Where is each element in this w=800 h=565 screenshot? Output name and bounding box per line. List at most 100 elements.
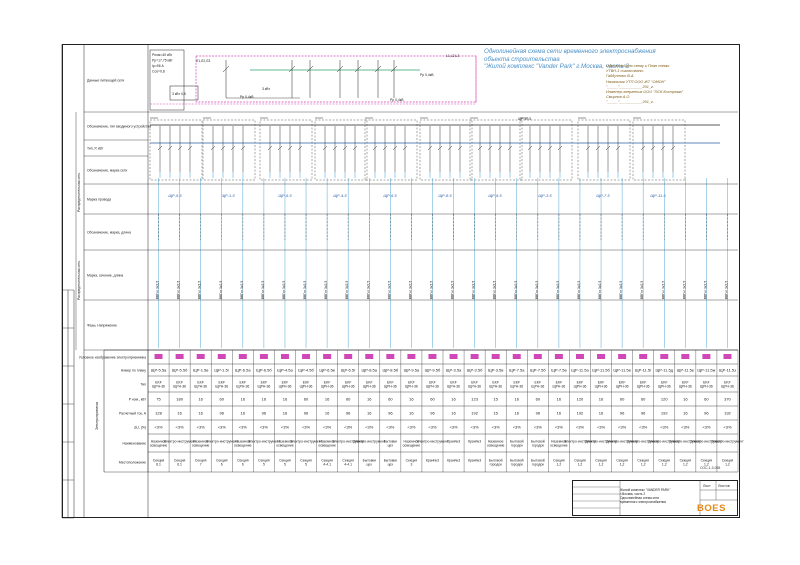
- distribution-panel-frame: [632, 119, 686, 181]
- consumer-symbol: [344, 354, 353, 359]
- cable-mark: ВВГнг 3х2,5: [240, 281, 244, 300]
- stamp-desc-line: временного электроснабжения: [620, 500, 666, 504]
- consumer-type: ЩРН-36: [447, 385, 460, 389]
- consumer-num: ЩР-11.5з: [719, 368, 736, 373]
- table-row-label: Наименование: [122, 442, 146, 446]
- consumer-type: ЩРН-36: [152, 385, 165, 389]
- consumer-p: 60: [620, 397, 625, 402]
- cable-mark: ВВГнг 3х2,5: [724, 281, 728, 300]
- consumer-loc: городок: [490, 463, 503, 467]
- consumer-du: <3%: [302, 425, 311, 430]
- consumer-type: ЩРН-36: [173, 385, 186, 389]
- consumer-symbol: [660, 354, 669, 359]
- consumer-du: <3%: [639, 425, 648, 430]
- busbar-label: Рр 0,4кВ: [390, 98, 404, 102]
- consumer-type: ЩРН-36: [384, 385, 397, 389]
- feed-parameter: Рном=40 кВт: [152, 53, 173, 57]
- consumer-du: <3%: [660, 425, 669, 430]
- consumer-loc: 6.1: [177, 463, 182, 467]
- consumer-p: 15: [493, 397, 498, 402]
- feed-parameter: Cos=0,8: [152, 70, 165, 74]
- consumer-symbol: [365, 354, 374, 359]
- line-label: L1,L2,L3: [446, 54, 459, 58]
- consumer-symbol: [428, 354, 437, 359]
- consumer-p: 16: [557, 397, 562, 402]
- consumer-symbol: [175, 354, 184, 359]
- consumer-i: 96: [430, 411, 435, 416]
- consumer-symbol: [533, 354, 542, 359]
- consumer-symbol: [491, 354, 500, 359]
- cable-mark: ВВГнг 3х2,5: [514, 281, 518, 300]
- consumer-num: ЩР-7.5б: [530, 368, 546, 373]
- consumer-du: <3%: [723, 425, 732, 430]
- consumer-loc: 1,2: [557, 463, 562, 467]
- cable-mark: ВВГнг 3х2,5: [703, 281, 707, 300]
- consumer-type: ЩРН-36: [574, 385, 587, 389]
- row-label: Фазы, Напряжение: [87, 324, 117, 328]
- consumer-i: 16: [683, 411, 688, 416]
- consumer-loc: 4-4.1: [344, 463, 352, 467]
- consumer-du: <3%: [428, 425, 437, 430]
- consumer-symbol: [723, 354, 732, 359]
- table-row-label: Р ном., кВт: [129, 398, 147, 402]
- consumer-symbol: [639, 354, 648, 359]
- consumer-type: ЩРН-36: [342, 385, 355, 389]
- consumer-name: Электро-инструмент: [353, 440, 386, 444]
- consumer-p: 60: [346, 397, 351, 402]
- panel-label: ЩР-4.5: [333, 193, 347, 198]
- consumer-type: ЩРН-36: [489, 385, 502, 389]
- consumer-p: 16: [241, 397, 246, 402]
- consumer-p: 60: [641, 397, 646, 402]
- consumer-du: <3%: [513, 425, 522, 430]
- distribution-panel-frame: [314, 119, 368, 181]
- enclosure-boundary: [195, 55, 477, 103]
- consumer-du: <3%: [618, 425, 627, 430]
- consumer-i: 96: [536, 411, 541, 416]
- consumer-loc: 5: [263, 463, 265, 467]
- consumer-p: 16: [283, 397, 288, 402]
- consumer-du: <3%: [218, 425, 227, 430]
- consumer-type: ЩРН-36: [215, 385, 228, 389]
- cable-mark: ВВГнг 3х2,5: [619, 281, 623, 300]
- consumer-i: 96: [620, 411, 625, 416]
- stamp-sheets-label: Листов: [718, 484, 730, 488]
- consumer-num: ЩР-11.5д: [655, 368, 673, 373]
- consumer-i: 15: [493, 411, 498, 416]
- feed-parameter: Рр=17,75 кВт: [152, 59, 173, 63]
- consumer-loc: 1,2: [683, 463, 688, 467]
- consumer-loc: 1,2: [620, 463, 625, 467]
- cable-mark: ВВГнг 3х2,5: [177, 281, 181, 300]
- consumer-num: ЩР-6.5б: [256, 368, 272, 373]
- consumer-name: освещение: [318, 444, 336, 448]
- consumer-p: 60: [220, 397, 225, 402]
- consumer-du: <3%: [449, 425, 458, 430]
- consumer-i: 96: [346, 411, 351, 416]
- panel-label: ЩР-6.5: [278, 193, 292, 198]
- consumer-p: 120: [577, 397, 584, 402]
- panel-label: ЩР-5.5: [168, 193, 182, 198]
- consumer-name: освещение: [192, 444, 210, 448]
- group-label: Распределительная сеть: [77, 261, 81, 300]
- consumer-num: ЩР-3.5в: [488, 368, 503, 373]
- consumer-du: <3%: [154, 425, 163, 430]
- consumer-name: Кран№3: [468, 440, 481, 444]
- consumer-type: ЩРН-36: [405, 385, 418, 389]
- cable-mark: ВВГнг 3х2,5: [408, 281, 412, 300]
- cable-mark: ВВГнг 3х2,5: [556, 281, 560, 300]
- row-label: Обозначение, марка сети: [87, 169, 127, 173]
- distribution-panel-frame: [259, 119, 313, 181]
- row-label: Тип, Р, кВт: [87, 147, 104, 151]
- line-label: Л1,Л2,Л3: [196, 59, 210, 63]
- consumer-num: ЩР-9.5а: [404, 368, 420, 373]
- consumer-loc: городок: [532, 463, 545, 467]
- consumer-num: ЩР-8.5а: [361, 368, 377, 373]
- consumer-name: освещение: [276, 444, 294, 448]
- consumer-num: ЩР-6.5в: [319, 368, 334, 373]
- consumer-num: ЩР-11.5б: [592, 368, 610, 373]
- consumer-symbol: [238, 354, 247, 359]
- consumer-du: <3%: [176, 425, 185, 430]
- consumer-name: городок: [511, 444, 524, 448]
- consumer-type: ЩРН-36: [616, 385, 629, 389]
- consumer-du: <3%: [323, 425, 332, 430]
- cable-mark: ВВГнг 3х2,5: [535, 281, 539, 300]
